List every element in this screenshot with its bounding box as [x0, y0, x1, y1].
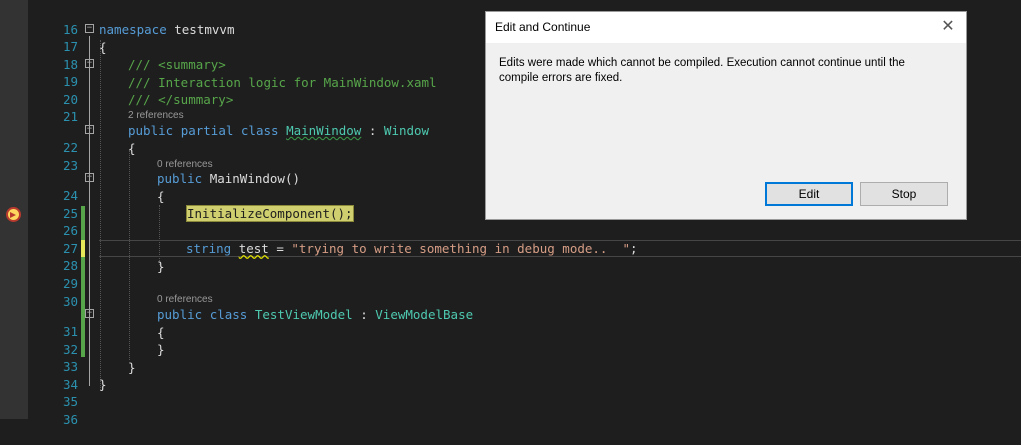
colon: : — [352, 307, 376, 322]
stop-button[interactable]: Stop — [860, 182, 948, 206]
collapse-icon[interactable]: − — [85, 125, 94, 134]
type-name: TestViewModel — [254, 307, 353, 322]
type-name: Window — [383, 123, 430, 138]
equals: = — [268, 241, 292, 256]
keyword: class — [209, 307, 248, 322]
brace: } — [128, 360, 136, 375]
string-literal: "trying to write something in debug mode… — [291, 241, 631, 256]
namespace-name: testmvvm — [166, 22, 235, 37]
code-line[interactable]: 34 } — [0, 359, 1021, 392]
collapse-icon[interactable]: − — [85, 309, 94, 318]
doc-comment: /// Interaction logic for MainWindow.xam… — [128, 75, 437, 90]
close-icon[interactable]: ✕ — [938, 17, 958, 37]
collapse-icon[interactable]: − — [85, 173, 94, 182]
type-name: MainWindow — [286, 123, 362, 138]
keyword: partial — [180, 123, 234, 138]
code-line[interactable]: 36 — [0, 394, 1021, 427]
brace: { — [128, 141, 136, 156]
brace: } — [157, 342, 165, 357]
brace: { — [99, 40, 107, 55]
brace: } — [157, 259, 165, 274]
type-name: ViewModelBase — [375, 307, 474, 322]
keyword: public — [157, 171, 203, 186]
codelens-references[interactable]: 0 references — [157, 293, 213, 307]
keyword: public — [157, 307, 203, 322]
edit-button[interactable]: Edit — [765, 182, 853, 206]
code-line[interactable]: 35 } — [0, 376, 1021, 409]
keyword: class — [240, 123, 279, 138]
code-line[interactable]: 29 } — [0, 258, 1021, 291]
current-statement: InitializeComponent(); — [186, 205, 354, 222]
keyword: namespace — [99, 22, 167, 37]
dialog-body: Edits were made which cannot be compiled… — [486, 43, 966, 219]
colon: : — [361, 123, 384, 138]
code-line[interactable]: 33 } — [0, 341, 1021, 374]
code-line[interactable]: 31 − public class TestViewModel : ViewMo… — [0, 306, 1021, 339]
dialog-titlebar[interactable]: Edit and Continue ✕ — [486, 12, 966, 43]
variable-name: test — [238, 241, 269, 256]
dialog-title: Edit and Continue — [495, 20, 591, 34]
code-line[interactable]: 27 — [0, 223, 1021, 256]
collapse-icon[interactable]: − — [85, 59, 94, 68]
semicolon: ; — [630, 241, 638, 256]
brace: } — [99, 377, 107, 392]
brace: { — [157, 325, 165, 340]
dialog-message: Edits were made which cannot be compiled… — [499, 57, 905, 84]
keyword: public — [128, 123, 174, 138]
brace: { — [157, 189, 165, 204]
codelens-references[interactable]: 2 references — [128, 109, 184, 123]
doc-comment: /// </summary> — [128, 92, 234, 107]
collapse-icon[interactable]: − — [85, 24, 94, 33]
line-number: 36 — [62, 412, 78, 427]
constructor-name: MainWindow() — [209, 171, 300, 186]
doc-comment: /// <summary> — [128, 57, 226, 72]
keyword: string — [186, 241, 232, 256]
edit-and-continue-dialog: Edit and Continue ✕ Edits were made whic… — [485, 11, 967, 220]
code-line[interactable]: 28 string test = "trying to write someth… — [0, 240, 1021, 273]
code-line[interactable]: 30 — [0, 276, 1021, 309]
code-line[interactable]: 32 { — [0, 324, 1021, 357]
